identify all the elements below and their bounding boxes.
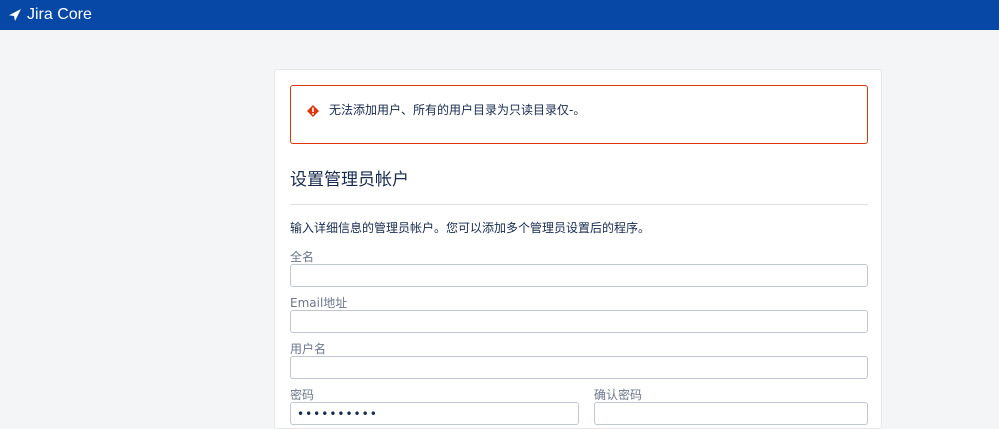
password-input[interactable]: [290, 402, 579, 425]
fullname-input[interactable]: [290, 264, 868, 287]
alert-message: 无法添加用户、所有的用户目录为只读目录仅-。: [329, 103, 586, 117]
password-label: 密码: [290, 388, 315, 402]
form-description: 输入详细信息的管理员帐户。您可以添加多个管理员设置后的程序。: [290, 221, 651, 235]
username-input[interactable]: [290, 356, 868, 379]
product-logo[interactable]: Jira Core: [8, 5, 92, 25]
email-label: Email地址: [290, 296, 348, 310]
warning-icon: [307, 102, 319, 117]
jira-logo-icon: [8, 8, 22, 22]
confirm-password-label: 确认密码: [594, 388, 643, 402]
top-navigation-bar: Jira Core: [0, 0, 999, 30]
email-input[interactable]: [290, 310, 868, 333]
error-alert: 无法添加用户、所有的用户目录为只读目录仅-。: [290, 85, 868, 144]
setup-admin-card: 无法添加用户、所有的用户目录为只读目录仅-。 设置管理员帐户 输入详细信息的管理…: [274, 69, 882, 429]
username-label: 用户名: [290, 342, 327, 356]
fullname-label: 全名: [290, 250, 315, 264]
product-name: Jira Core: [27, 6, 92, 23]
confirm-password-input[interactable]: [594, 402, 868, 425]
page-title: 设置管理员帐户: [290, 170, 409, 190]
divider: [290, 204, 868, 205]
